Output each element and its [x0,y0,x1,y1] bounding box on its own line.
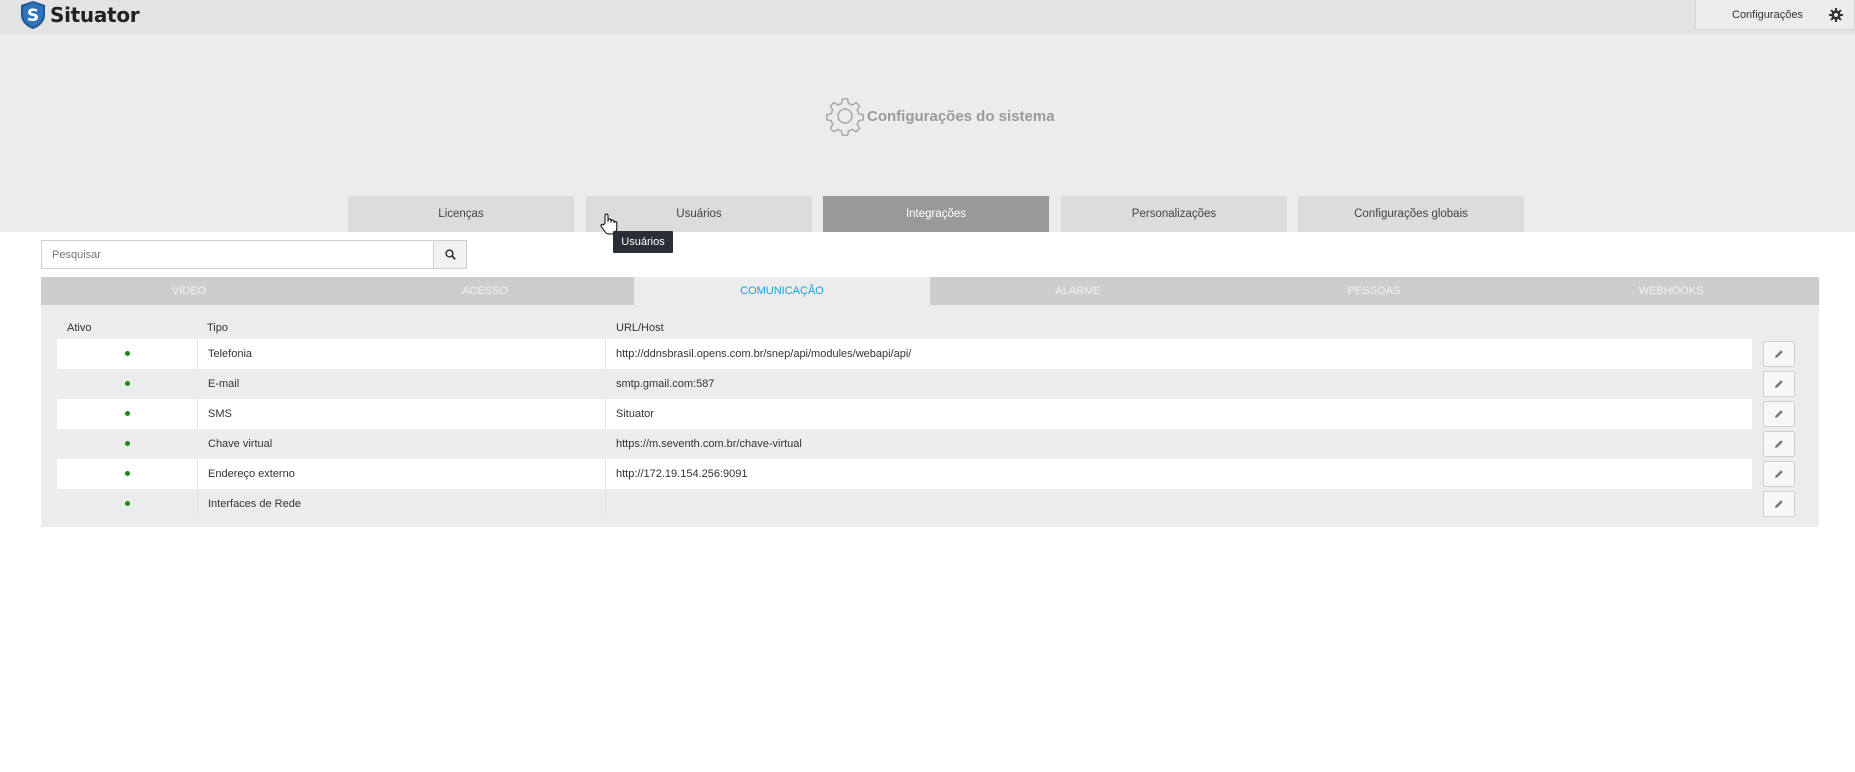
tab-label: Configurações globais [1354,208,1468,220]
type-cell: Chave virtual [208,438,273,450]
tab-usuarios[interactable]: Usuários [586,196,812,232]
subtab-label: ACESSO [462,285,508,297]
column-header-url: URL/Host [616,322,664,334]
subtab-webhooks[interactable]: WEBHOOKS [1523,277,1819,305]
tab-personalizacoes[interactable]: Personalizações [1061,196,1287,232]
subtab-label: ALARME [1055,285,1101,297]
table-row[interactable]: Telefonia http://ddnsbrasil.opens.com.br… [57,339,1752,369]
cell-divider [605,459,606,489]
gear-outline-icon [826,98,864,136]
page-header: Configurações do sistema Licenças Usuári… [0,34,1855,232]
sub-tab-bar: VÍDEO ACESSO COMUNICAÇÃO ALARME PESSOAS … [41,277,1819,305]
search-button[interactable] [433,240,467,269]
subtab-video[interactable]: VÍDEO [41,277,337,305]
url-cell: smtp.gmail.com:587 [616,378,715,390]
type-cell: Endereço externo [208,468,295,480]
subtab-label: VÍDEO [171,285,207,297]
table-row[interactable]: E-mail smtp.gmail.com:587 [57,369,1752,399]
tab-label: Usuários [676,208,722,220]
edit-button[interactable] [1763,371,1795,397]
tab-configuracoes-globais[interactable]: Configurações globais [1298,196,1524,232]
subtab-alarme[interactable]: ALARME [930,277,1226,305]
url-cell: http://172.19.154.256:9091 [616,468,748,480]
subtab-pessoas[interactable]: PESSOAS [1226,277,1522,305]
pencil-icon [1775,440,1783,448]
cell-divider [197,399,198,429]
subtab-label: COMUNICAÇÃO [740,285,824,297]
type-cell: E-mail [208,378,240,390]
top-bar: S Situator Configurações [0,0,1855,34]
tab-label: Personalizações [1131,208,1217,220]
tab-label: Licenças [438,208,484,220]
type-cell: SMS [208,408,232,420]
cell-divider [605,489,606,519]
page-title-group: Configurações do sistema [825,96,1055,136]
tab-integracoes[interactable]: Integrações [823,196,1049,232]
settings-label: Configurações [1732,8,1803,21]
table-row[interactable]: Chave virtual https://m.seventh.com.br/c… [57,429,1752,459]
edit-button[interactable] [1763,491,1795,517]
tooltip: Usuários [613,231,673,253]
cell-divider [605,399,606,429]
url-cell: http://ddnsbrasil.opens.com.br/snep/api/… [616,348,912,360]
svg-text:S: S [27,6,39,26]
integrations-table: Ativo Tipo URL/Host Telefonia http://ddn… [41,305,1819,527]
active-status-dot [125,351,130,356]
edit-button[interactable] [1763,431,1795,457]
column-header-active: Ativo [67,322,92,334]
column-header-type: Tipo [207,322,228,334]
active-status-dot [125,471,130,476]
pencil-icon [1775,410,1783,418]
active-status-dot [125,411,130,416]
search-icon [444,249,456,260]
app-logo[interactable]: S Situator [20,0,140,30]
active-status-dot [125,441,130,446]
pencil-icon [1775,500,1783,508]
pencil-icon [1775,380,1783,388]
table-row[interactable]: Interfaces de Rede [57,489,1752,519]
active-status-dot [125,381,130,386]
subtab-comunicacao[interactable]: COMUNICAÇÃO [634,277,930,305]
page-title: Configurações do sistema [867,107,1055,125]
edit-button[interactable] [1763,461,1795,487]
search-input[interactable] [41,240,434,269]
pencil-icon [1775,470,1783,478]
table-row[interactable]: Endereço externo http://172.19.154.256:9… [57,459,1752,489]
pencil-icon [1775,350,1783,358]
settings-button[interactable]: Configurações [1695,0,1855,30]
type-cell: Interfaces de Rede [208,498,301,510]
cell-divider [197,339,198,369]
subtab-label: PESSOAS [1347,285,1401,297]
shield-logo-icon: S [21,1,45,29]
table-row[interactable]: SMS Situator [57,399,1752,429]
subtab-acesso[interactable]: ACESSO [337,277,633,305]
cell-divider [197,489,198,519]
url-cell: https://m.seventh.com.br/chave-virtual [616,438,802,450]
cell-divider [605,339,606,369]
app-name: Situator [50,3,140,27]
edit-button[interactable] [1763,401,1795,427]
tab-label: Integrações [905,208,967,220]
active-status-dot [125,501,130,506]
gear-icon [1829,8,1843,22]
subtab-label: WEBHOOKS [1638,285,1704,297]
cell-divider [197,459,198,489]
type-cell: Telefonia [208,348,253,360]
url-cell: Situator [616,408,654,420]
edit-button[interactable] [1763,341,1795,367]
tab-licencas[interactable]: Licenças [348,196,574,232]
